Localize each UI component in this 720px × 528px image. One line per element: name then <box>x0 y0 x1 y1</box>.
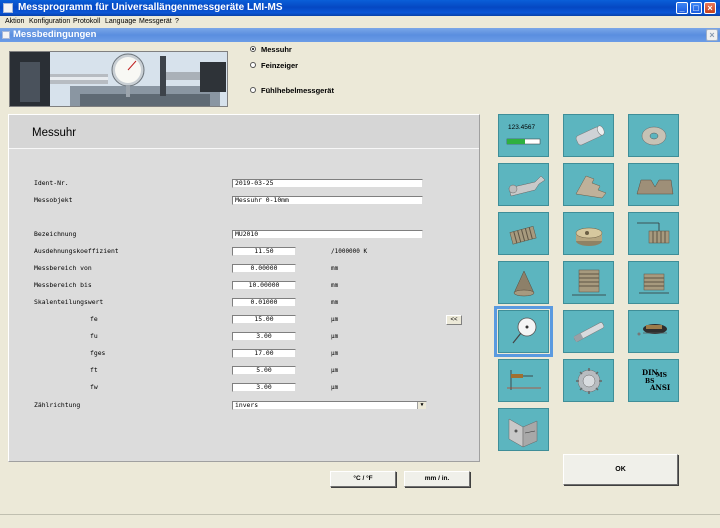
fw-label: fw <box>90 383 98 391</box>
tile-thread-plug[interactable] <box>498 212 549 255</box>
tile-angle-plate[interactable] <box>498 408 549 451</box>
tile-display-readout[interactable]: 123.4567 <box>498 114 549 157</box>
close-button[interactable]: × <box>704 2 716 14</box>
ident-label: Ident-Nr. <box>34 179 69 187</box>
dialog-titlebar: Messbedingungen × <box>0 28 720 42</box>
von-unit: mm <box>331 265 339 272</box>
tile-thread-hook[interactable] <box>628 212 679 255</box>
tile-cone-gauge[interactable] <box>498 261 549 304</box>
tile-disc-gauge[interactable] <box>563 212 614 255</box>
ft-input[interactable]: 5.00 <box>232 366 296 375</box>
dialog-title: Messbedingungen <box>13 29 97 40</box>
radio-feinzeiger-dot[interactable] <box>250 62 256 69</box>
fw-input[interactable]: 3.00 <box>232 383 296 392</box>
app-icon <box>3 3 13 13</box>
status-bar <box>0 514 720 528</box>
menu-language[interactable]: Language <box>105 16 136 27</box>
radio-fuehlhebel-label: Fühlhebelmessgerät <box>261 86 334 95</box>
fe-unit: µm <box>331 316 339 323</box>
fges-input[interactable]: 17.00 <box>232 349 296 358</box>
radio-messuhr-dot[interactable] <box>250 46 256 53</box>
window-titlebar: Messprogramm für Universallängenmessgerä… <box>0 0 720 16</box>
standard-ms: MS <box>656 372 667 379</box>
standard-ansi: ANSI <box>650 383 671 392</box>
fu-input[interactable]: 3.00 <box>232 332 296 341</box>
ft-unit: µm <box>331 367 339 374</box>
tile-height-probe[interactable] <box>498 359 549 402</box>
chevron-down-icon[interactable]: ▼ <box>417 402 426 409</box>
fw-unit: µm <box>331 384 339 391</box>
objekt-label: Messobjekt <box>34 196 73 204</box>
fe-input[interactable]: 15.00 <box>232 315 296 324</box>
fu-label: fu <box>90 332 98 340</box>
bis-label: Messbereich bis <box>34 281 92 289</box>
dialog-icon <box>2 31 10 39</box>
menu-bar: Aktion Konfiguration Protokoll Language … <box>0 16 720 27</box>
ft-label: ft <box>90 366 98 374</box>
skala-label: Skalenteilungswert <box>34 298 104 306</box>
tile-thread-stand[interactable] <box>628 261 679 304</box>
menu-protokoll[interactable]: Protokoll <box>73 16 100 27</box>
radio-fuehlhebel[interactable]: Fühlhebelmessgerät <box>250 85 334 97</box>
zaehl-value: invers <box>235 401 259 409</box>
tile-gauge-pin[interactable] <box>563 310 614 353</box>
panel-header: Messuhr <box>9 115 479 149</box>
dialog-close-button[interactable]: × <box>706 29 718 41</box>
panel-title: Messuhr <box>32 127 77 139</box>
maximize-button[interactable]: □ <box>690 2 702 14</box>
ident-input[interactable]: 2019-03-25 <box>232 179 423 188</box>
tile-thread-ring[interactable] <box>563 261 614 304</box>
zaehl-label: Zählrichtung <box>34 401 81 409</box>
bezeichnung-input[interactable]: MU2010 <box>232 230 423 239</box>
temperature-unit-button[interactable]: °C / °F <box>330 471 396 487</box>
bis-input[interactable]: 10.00000 <box>232 281 296 290</box>
radio-fuehlhebel-dot[interactable] <box>250 87 256 94</box>
bezeichnung-label: Bezeichnung <box>34 230 77 238</box>
radio-feinzeiger-label: Feinzeiger <box>261 61 299 70</box>
zaehl-select[interactable]: invers ▼ <box>232 401 427 410</box>
fges-unit: µm <box>331 350 339 357</box>
radio-messuhr[interactable]: Messuhr <box>250 44 292 56</box>
window-title: Messprogramm für Universallängenmessgerä… <box>18 2 283 13</box>
transfer-button[interactable]: << <box>446 315 462 325</box>
tile-step-block[interactable] <box>563 163 614 206</box>
skala-unit: mm <box>331 299 339 306</box>
tile-dial-indicator[interactable] <box>494 306 553 357</box>
ausdehnung-unit: /1000000 K <box>331 248 368 255</box>
tile-lever-probe[interactable] <box>628 310 679 353</box>
skala-input[interactable]: 0.01000 <box>232 298 296 307</box>
minimize-button[interactable]: _ <box>676 2 688 14</box>
fges-label: fges <box>90 349 106 357</box>
ausdehnung-label: Ausdehnungskoeffizient <box>34 247 119 255</box>
ok-button[interactable]: OK <box>563 454 678 485</box>
objekt-input[interactable]: Messuhr 0-10mm <box>232 196 423 205</box>
menu-konfiguration[interactable]: Konfiguration <box>29 16 70 27</box>
ausdehnung-input[interactable]: 11.50 <box>232 247 296 256</box>
menu-help[interactable]: ? <box>175 16 179 27</box>
tile-wrench-gauge[interactable] <box>498 163 549 206</box>
menu-messgeraet[interactable]: Messgerät <box>139 16 172 27</box>
instrument-photo <box>9 51 228 107</box>
menu-aktion[interactable]: Aktion <box>5 16 24 27</box>
tile-standards[interactable]: DIN MS BS ANSI <box>628 359 679 402</box>
tile-v-block[interactable] <box>628 163 679 206</box>
von-label: Messbereich von <box>34 264 92 272</box>
fe-label: fe <box>90 315 98 323</box>
von-input[interactable]: 0.00000 <box>232 264 296 273</box>
length-unit-button[interactable]: mm / in. <box>404 471 470 487</box>
radio-feinzeiger[interactable]: Feinzeiger <box>250 60 298 72</box>
radio-messuhr-label: Messuhr <box>261 45 292 54</box>
tile-cylinder-pin[interactable] <box>563 114 614 157</box>
fu-unit: µm <box>331 333 339 340</box>
tile-ring-gauge[interactable] <box>628 114 679 157</box>
bis-unit: mm <box>331 282 339 289</box>
tile-gear[interactable] <box>563 359 614 402</box>
